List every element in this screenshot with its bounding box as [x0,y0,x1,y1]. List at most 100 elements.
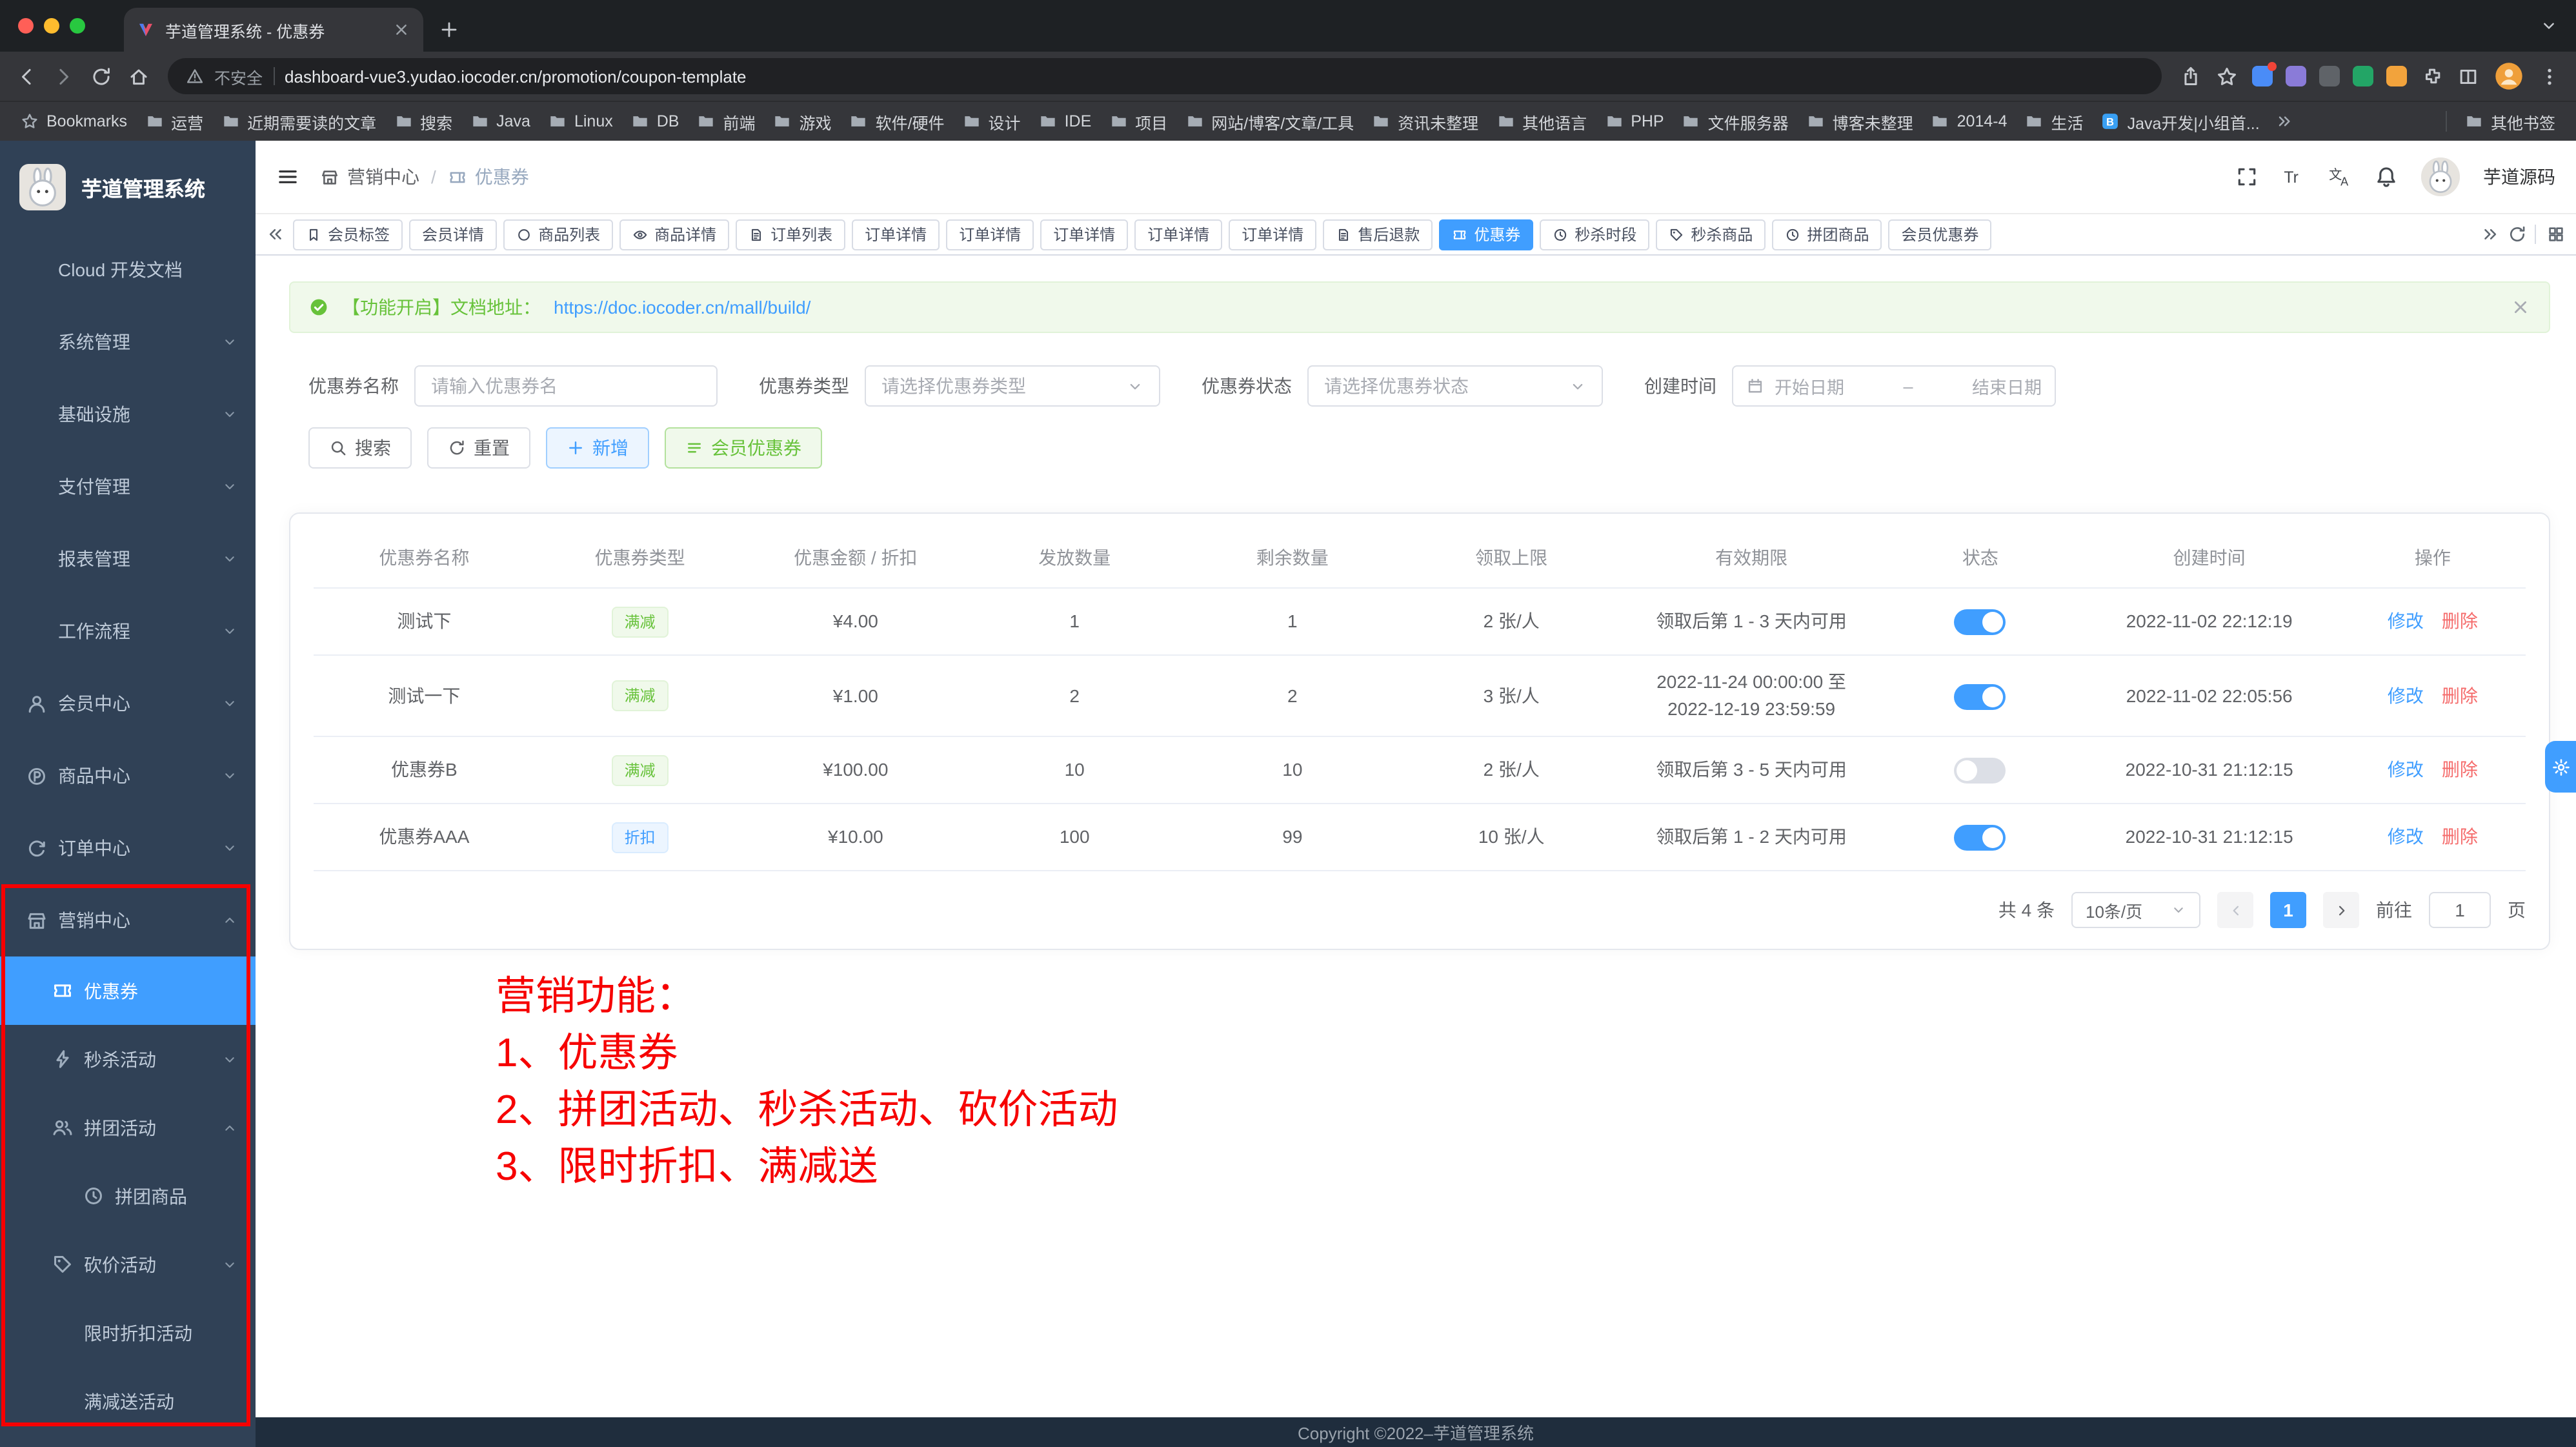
prev-page-button[interactable] [2217,892,2253,928]
bookmark-folder[interactable]: 搜索 [387,105,460,137]
tab-tag[interactable]: 订单详情 [946,219,1034,250]
sidebar-item[interactable]: 满减送活动 [0,1367,256,1435]
tab-tag[interactable]: 会员优惠券 [1888,219,1991,250]
bookmarks-overflow-icon[interactable] [2275,112,2293,130]
collapse-sidebar-icon[interactable] [276,165,299,188]
browser-tab[interactable]: 芋道管理系统 - 优惠券 [124,8,423,52]
sidebar-item[interactable]: 商品中心 [0,740,256,812]
next-page-button[interactable] [2323,892,2359,928]
status-toggle[interactable] [1955,758,2006,784]
tab-tag[interactable]: 售后退款 [1323,219,1433,250]
sidebar-item[interactable]: 拼团商品 [0,1162,256,1230]
extension-icon[interactable] [2386,66,2407,86]
extensions-puzzle-icon[interactable] [2421,65,2443,87]
reset-button[interactable]: 重置 [427,427,530,469]
coupon-name-input[interactable] [414,365,718,407]
home-button[interactable] [128,65,150,87]
edit-link[interactable]: 修改 [2388,608,2424,635]
edit-link[interactable]: 修改 [2388,682,2424,709]
delete-link[interactable]: 删除 [2442,682,2478,709]
tab-tag[interactable]: 优惠券 [1439,219,1533,250]
coupon-status-select[interactable]: 请选择优惠券状态 [1307,365,1603,407]
other-bookmarks[interactable]: 其他书签 [2457,105,2563,137]
tags-scroll-right-icon[interactable] [2480,225,2500,244]
bookmark-folder[interactable]: 资讯未整理 [1364,105,1486,137]
bookmark-star-icon[interactable] [2216,65,2238,87]
tab-tag[interactable]: 会员详情 [409,219,497,250]
bookmark-folder[interactable]: 游戏 [766,105,840,137]
sidebar-item[interactable]: 砍价活动 [0,1230,256,1299]
sidebar-item[interactable]: 优惠券 [0,956,256,1025]
add-coupon-button[interactable]: 新增 [546,427,649,469]
browser-menu-icon[interactable] [2539,65,2561,87]
bookmarks-root[interactable]: Bookmarks [13,108,135,134]
tab-close-icon[interactable] [392,21,410,39]
share-icon[interactable] [2180,65,2202,87]
sidebar-item[interactable]: 秒杀活动 [0,1025,256,1093]
bookmark-folder[interactable]: 项目 [1102,105,1175,137]
bookmark-folder[interactable]: 网站/博客/文章/工具 [1178,105,1362,137]
sidebar-item[interactable]: 限时折扣活动 [0,1299,256,1367]
bookmark-folder[interactable]: 其他语言 [1489,105,1595,137]
bookmark-folder[interactable]: PHP [1597,105,1671,137]
goto-page-input[interactable] [2429,892,2491,928]
new-tab-button[interactable] [439,19,459,40]
tags-refresh-icon[interactable] [2508,225,2527,244]
breadcrumb-item[interactable]: 营销中心 [320,164,419,190]
tab-tag[interactable]: 商品详情 [619,219,729,250]
edit-link[interactable]: 修改 [2388,756,2424,784]
date-range-picker[interactable]: 开始日期 – 结束日期 [1732,365,2056,407]
bookmark-folder[interactable]: 文件服务器 [1675,105,1796,137]
sidebar-item[interactable]: 营销中心 [0,884,256,956]
split-view-icon[interactable] [2457,65,2479,87]
bookmark-folder[interactable]: 设计 [955,105,1029,137]
tab-tag[interactable]: 订单详情 [1040,219,1128,250]
forward-button[interactable] [53,65,75,87]
tab-tag[interactable]: 拼团商品 [1772,219,1882,250]
status-toggle[interactable] [1955,683,2006,709]
bookmark-link-item[interactable]: B Java开发|小组首... [2094,105,2268,137]
bookmark-folder[interactable]: Java [463,105,538,137]
member-coupon-button[interactable]: 会员优惠券 [665,427,822,469]
page-size-select[interactable]: 10条/页 [2071,892,2200,928]
app-logo-row[interactable]: 芋道管理系统 [0,141,256,234]
coupon-type-select[interactable]: 请选择优惠券类型 [865,365,1160,407]
sidebar-item[interactable]: Cloud 开发文档 [0,234,256,306]
banner-doc-link[interactable]: https://doc.iocoder.cn/mall/build/ [554,297,810,318]
bookmark-folder[interactable]: 运营 [137,105,211,137]
settings-button[interactable] [2545,741,2576,793]
bookmark-folder[interactable]: 2014-4 [1924,105,2015,137]
tab-tag[interactable]: 订单列表 [736,219,845,250]
sidebar-item[interactable]: 支付管理 [0,450,256,523]
font-size-icon[interactable]: Tr [2282,165,2305,188]
extension-icon[interactable] [2286,66,2306,86]
user-avatar[interactable] [2421,157,2460,196]
sidebar-item[interactable]: 拼团活动 [0,1093,256,1162]
tab-tag[interactable]: 订单详情 [852,219,940,250]
current-page-button[interactable]: 1 [2270,892,2306,928]
reload-button[interactable] [90,65,112,87]
delete-link[interactable]: 删除 [2442,824,2478,851]
sidebar-item[interactable]: 工作流程 [0,595,256,667]
bookmark-folder[interactable]: 前端 [690,105,763,137]
fullscreen-icon[interactable] [2235,165,2259,188]
tab-tag[interactable]: 秒杀时段 [1540,219,1649,250]
username[interactable]: 芋道源码 [2483,164,2555,190]
minimize-window-button[interactable] [44,18,59,34]
language-icon[interactable]: 文A [2328,165,2351,188]
bookmark-folder[interactable]: 博客未整理 [1799,105,1921,137]
edit-link[interactable]: 修改 [2388,824,2424,851]
status-toggle[interactable] [1955,825,2006,851]
tab-tag[interactable]: 订单详情 [1229,219,1316,250]
tab-tag[interactable]: 会员标签 [293,219,403,250]
bookmark-folder[interactable]: 生活 [2018,105,2091,137]
tab-tag[interactable]: 订单详情 [1134,219,1222,250]
sidebar-item[interactable]: 报表管理 [0,523,256,595]
sidebar-item[interactable]: 会员中心 [0,667,256,740]
extension-icon[interactable] [2353,66,2373,86]
zoom-window-button[interactable] [70,18,85,34]
delete-link[interactable]: 删除 [2442,608,2478,635]
address-bar[interactable]: 不安全 dashboard-vue3.yudao.iocoder.cn/prom… [168,58,2162,94]
extension-icon[interactable] [2319,66,2340,86]
bookmark-folder[interactable]: IDE [1031,105,1100,137]
